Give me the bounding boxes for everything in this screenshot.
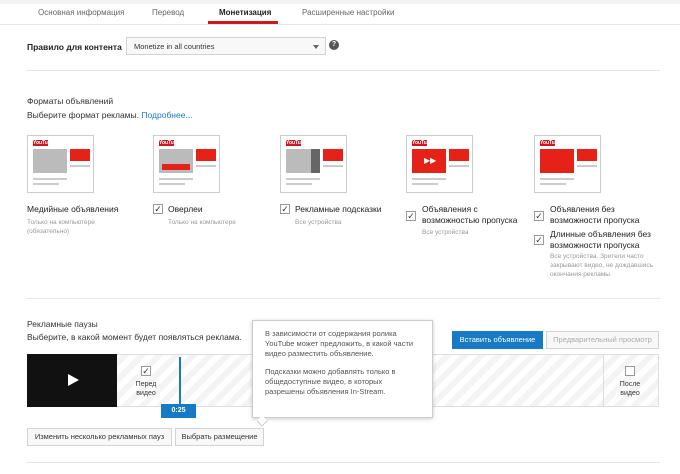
- format-title-display: Медийные объявления: [27, 204, 119, 214]
- format-sub-display: Только на компьютере (обязательно): [27, 219, 95, 235]
- youtube-logo: YouTube: [412, 140, 433, 146]
- formats-heading: Форматы объявлений: [27, 96, 114, 106]
- skip-forward-icon: ▶▶: [424, 156, 437, 165]
- help-icon[interactable]: ?: [329, 40, 339, 50]
- display-ad-block: [70, 149, 90, 161]
- pre-roll-label: Перед видео: [135, 381, 157, 397]
- format-title-non-skippable: Объявления без возможности пропуска: [550, 204, 640, 225]
- text-line: [286, 178, 320, 180]
- side-ad-block: [196, 149, 216, 161]
- video-player[interactable]: [27, 354, 117, 407]
- format-sub-cards: Все устройства: [295, 219, 342, 226]
- formats-instructions: Выберите формат рекламы. Подробнее...: [27, 110, 193, 120]
- chevron-down-icon: [313, 45, 319, 49]
- format-title-cards: Рекламные подсказки: [295, 204, 382, 214]
- content-rule-select[interactable]: Monetize in all countries: [126, 37, 326, 55]
- sponsored-cards-thumbnail: YouTube: [280, 135, 347, 193]
- select-placement-button[interactable]: Выбрать размещение: [175, 428, 264, 446]
- format-sub-skippable: Все устройства: [422, 229, 469, 236]
- text-line: [540, 178, 574, 180]
- format-title-skippable: Объявления с возможностью пропуска: [422, 204, 518, 225]
- tooltip-text-2: Подсказки можно добавлять только в общед…: [265, 367, 396, 396]
- youtube-logo: YouTube: [286, 140, 307, 146]
- youtube-logo: YouTube: [33, 140, 54, 146]
- tab-basic-info[interactable]: Основная информация: [38, 8, 124, 17]
- preview-button[interactable]: Предварительный просмотр: [546, 331, 659, 349]
- video-placeholder: [33, 149, 67, 173]
- ad-break-marker[interactable]: [179, 357, 181, 407]
- non-skippable-checkbox[interactable]: ✓: [534, 211, 544, 221]
- tab-translation[interactable]: Перевод: [152, 8, 184, 17]
- text-line: [159, 183, 185, 185]
- format-sub-overlay: Только на компьютере: [168, 219, 236, 226]
- video-ad-block: [540, 149, 574, 173]
- pre-roll-checkbox[interactable]: ✓: [141, 366, 151, 376]
- insert-ad-button[interactable]: Вставить объявление: [452, 331, 543, 349]
- skippable-checkbox[interactable]: ✓: [406, 211, 416, 221]
- tab-monetization[interactable]: Монетизация: [219, 8, 271, 17]
- format-title-overlay: Оверлеи: [168, 204, 203, 214]
- content-rule-value: Monetize in all countries: [134, 42, 215, 51]
- divider: [27, 298, 660, 299]
- text-line: [412, 178, 446, 180]
- text-line: [540, 183, 566, 185]
- youtube-logo: YouTube: [159, 140, 180, 146]
- long-non-skippable-checkbox[interactable]: ✓: [534, 235, 544, 245]
- youtube-logo: YouTube: [540, 140, 561, 146]
- placement-tooltip: В зависимости от содержания ролика YouTu…: [252, 320, 433, 418]
- video-placeholder: [286, 149, 320, 173]
- time-badge[interactable]: 0:25: [161, 404, 196, 418]
- text-line: [286, 183, 312, 185]
- divider: [603, 354, 604, 407]
- overlay-ads-thumbnail: YouTube: [153, 135, 220, 193]
- overlay-checkbox[interactable]: ✓: [153, 204, 163, 214]
- tab-advanced[interactable]: Расширенные настройки: [302, 8, 394, 17]
- sponsored-cards-checkbox[interactable]: ✓: [280, 204, 290, 214]
- change-breaks-button[interactable]: Изменить несколько рекламных пауз: [27, 428, 172, 446]
- text-line: [412, 183, 438, 185]
- format-sub-long-non-skippable: Все устройства. Зрители часто закрывают …: [550, 253, 653, 278]
- video-placeholder: [159, 149, 193, 173]
- text-line: [449, 165, 469, 167]
- text-line: [33, 183, 59, 185]
- active-tab-indicator: [208, 21, 278, 24]
- text-line: [159, 178, 193, 180]
- breaks-instructions: Выберите, в какой момент будет появлятьс…: [27, 332, 242, 342]
- text-line: [323, 165, 343, 167]
- play-icon: [68, 374, 79, 386]
- side-ad-block: [323, 149, 343, 161]
- skippable-ads-thumbnail: YouTube ▶▶: [406, 135, 473, 193]
- post-roll-label: После видео: [619, 381, 641, 397]
- side-ad-block: [577, 149, 597, 161]
- learn-more-link[interactable]: Подробнее...: [141, 110, 192, 120]
- card-panel: [311, 149, 320, 173]
- text-line: [70, 165, 90, 167]
- format-title-long-non-skippable: Длинные объявления без возможности пропу…: [550, 229, 651, 250]
- side-ad-block: [449, 149, 469, 161]
- content-rule-label: Правило для контента: [27, 42, 122, 52]
- post-roll-checkbox[interactable]: [625, 366, 635, 376]
- divider: [27, 70, 660, 71]
- overlay-ad-block: [162, 164, 190, 170]
- text-line: [196, 165, 216, 167]
- tooltip-text-1: В зависимости от содержания ролика YouTu…: [265, 329, 414, 358]
- text-line: [33, 178, 67, 180]
- divider: [27, 462, 660, 463]
- display-ads-thumbnail: YouTube: [27, 135, 94, 193]
- text-line: [577, 165, 597, 167]
- breaks-heading: Рекламные паузы: [27, 319, 98, 329]
- non-skippable-ads-thumbnail: YouTube: [534, 135, 601, 193]
- video-ad-block: ▶▶: [412, 149, 446, 173]
- tab-bar: Основная информация Перевод Монетизация …: [0, 0, 680, 25]
